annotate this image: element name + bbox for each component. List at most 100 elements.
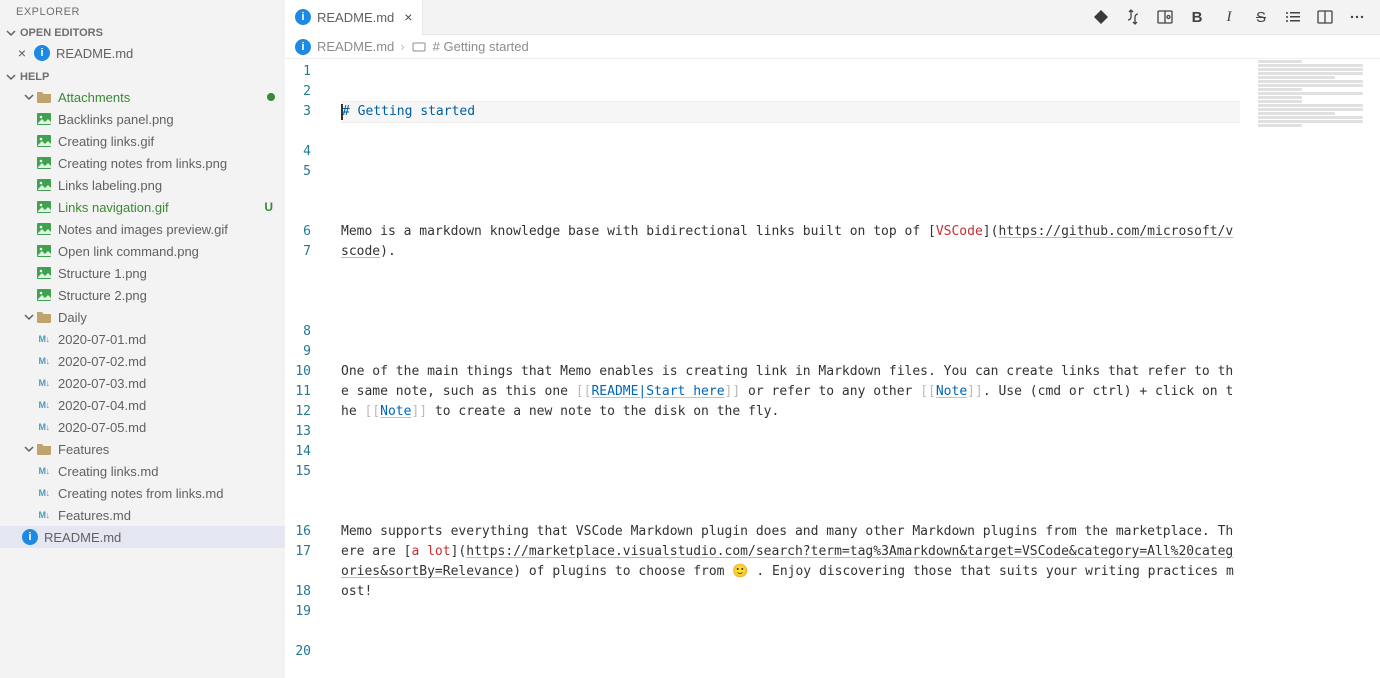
list-icon[interactable] — [1284, 8, 1302, 26]
breadcrumb-section[interactable]: # Getting started — [433, 39, 529, 54]
tree-folder[interactable]: Daily — [0, 306, 285, 328]
code-editor[interactable]: 1234567891011121314151617181920 # Gettin… — [285, 59, 1380, 678]
md-icon: M↓ — [36, 397, 52, 413]
git-status: U — [264, 200, 273, 214]
split-icon[interactable] — [1316, 8, 1334, 26]
md-icon: M↓ — [36, 463, 52, 479]
tree-item-label: Daily — [58, 310, 87, 325]
tree-item-label: 2020-07-01.md — [58, 332, 146, 347]
tree-item-label: Links navigation.gif — [58, 200, 169, 215]
heading-icon — [411, 39, 427, 55]
bold-button[interactable]: B — [1188, 8, 1206, 26]
tree-file[interactable]: M↓ 2020-07-01.md — [0, 328, 285, 350]
tree-file[interactable]: Backlinks panel.png — [0, 108, 285, 130]
tree-file[interactable]: M↓ Creating notes from links.md — [0, 482, 285, 504]
folder-icon — [36, 89, 52, 105]
chevron-right-icon: › — [400, 39, 404, 54]
compare-icon[interactable] — [1124, 8, 1142, 26]
more-icon[interactable] — [1348, 8, 1366, 26]
tree-item-label: Creating notes from links.md — [58, 486, 223, 501]
tree-item-label: Backlinks panel.png — [58, 112, 174, 127]
tree-item-label: Open link command.png — [58, 244, 199, 259]
tree-item-label: Creating links.md — [58, 464, 158, 479]
open-editors-list: × i README.md — [0, 42, 285, 68]
preview-side-icon[interactable] — [1156, 8, 1174, 26]
diamond-icon[interactable] — [1092, 8, 1110, 26]
tree-item-label: Links labeling.png — [58, 178, 162, 193]
tree-item-label: Creating notes from links.png — [58, 156, 227, 171]
tree-item-label: Attachments — [58, 90, 130, 105]
image-icon — [36, 155, 52, 171]
tree-item-label: Structure 2.png — [58, 288, 147, 303]
tree-item-label: 2020-07-05.md — [58, 420, 146, 435]
breadcrumb-file[interactable]: README.md — [317, 39, 394, 54]
tree-file[interactable]: M↓Features.md — [0, 504, 285, 526]
chevron-down-icon — [22, 90, 36, 104]
breadcrumbs[interactable]: i README.md › # Getting started — [285, 35, 1380, 59]
tree-file[interactable]: Notes and images preview.gif — [0, 218, 285, 240]
tree-folder[interactable]: Features — [0, 438, 285, 460]
chevron-down-icon — [22, 442, 36, 456]
image-icon — [36, 265, 52, 281]
line-numbers: 1234567891011121314151617181920 — [285, 59, 333, 678]
tab-label: README.md — [317, 10, 394, 25]
chevron-down-icon — [4, 26, 18, 40]
tree-file[interactable]: Structure 1.png — [0, 262, 285, 284]
info-icon: i — [295, 39, 311, 55]
open-editor-label: README.md — [56, 46, 133, 61]
image-icon — [36, 111, 52, 127]
image-icon — [36, 177, 52, 193]
file-tree: Attachments Backlinks panel.png Creating l… — [0, 86, 285, 552]
open-editor-item[interactable]: × i README.md — [0, 42, 285, 64]
md-icon: M↓ — [36, 353, 52, 369]
tree-file[interactable]: M↓ 2020-07-03.md — [0, 372, 285, 394]
close-icon[interactable]: × — [404, 9, 412, 25]
tree-file[interactable]: M↓2020-07-05.md — [0, 416, 285, 438]
open-editors-label: OPEN EDITORS — [20, 27, 103, 39]
editor-actions: B I S — [1092, 8, 1380, 26]
tree-file[interactable]: Links navigation.gif U — [0, 196, 285, 218]
editor-area: i README.md × B I S i README.md › # Gett… — [285, 0, 1380, 678]
tree-item-label: Notes and images preview.gif — [58, 222, 228, 237]
tree-file[interactable]: Creating links.gif — [0, 130, 285, 152]
explorer-sidebar: EXPLORER OPEN EDITORS × i README.md HELP… — [0, 0, 285, 678]
minimap[interactable] — [1258, 60, 1368, 140]
tree-file[interactable]: Structure 2.png — [0, 284, 285, 306]
md-icon: M↓ — [36, 375, 52, 391]
md-icon: M↓ — [36, 507, 52, 523]
tree-item-label: README.md — [44, 530, 121, 545]
close-icon[interactable]: × — [14, 45, 30, 61]
tab-bar: i README.md × B I S — [285, 0, 1380, 35]
info-icon: i — [22, 529, 38, 545]
help-section[interactable]: HELP — [0, 68, 285, 86]
tree-file[interactable]: Links labeling.png — [0, 174, 285, 196]
chevron-down-icon — [22, 310, 36, 324]
help-label: HELP — [20, 71, 49, 83]
tree-item-label: Structure 1.png — [58, 266, 147, 281]
tree-file[interactable]: Creating notes from links.png — [0, 152, 285, 174]
code-content[interactable]: # Getting started Memo is a markdown kno… — [333, 59, 1380, 678]
tree-item-label: 2020-07-04.md — [58, 398, 146, 413]
info-icon: i — [34, 45, 50, 61]
strikethrough-button[interactable]: S — [1252, 8, 1270, 26]
open-editors-section[interactable]: OPEN EDITORS — [0, 24, 285, 42]
tab-readme[interactable]: i README.md × — [285, 0, 423, 35]
image-icon — [36, 243, 52, 259]
md-icon: M↓ — [36, 331, 52, 347]
folder-icon — [36, 309, 52, 325]
tree-item-label: 2020-07-03.md — [58, 376, 146, 391]
italic-button[interactable]: I — [1220, 8, 1238, 26]
tree-file[interactable]: i README.md — [0, 526, 285, 548]
tree-file[interactable]: M↓ Creating links.md — [0, 460, 285, 482]
tree-file[interactable]: Open link command.png — [0, 240, 285, 262]
md-icon: M↓ — [36, 485, 52, 501]
tree-file[interactable]: M↓ 2020-07-04.md — [0, 394, 285, 416]
tree-item-label: Features — [58, 442, 109, 457]
tree-item-label: Creating links.gif — [58, 134, 154, 149]
modified-indicator — [267, 93, 275, 101]
folder-icon — [36, 441, 52, 457]
info-icon: i — [295, 9, 311, 25]
tree-folder[interactable]: Attachments — [0, 86, 285, 108]
tree-file[interactable]: M↓ 2020-07-02.md — [0, 350, 285, 372]
tree-item-label: 2020-07-02.md — [58, 354, 146, 369]
